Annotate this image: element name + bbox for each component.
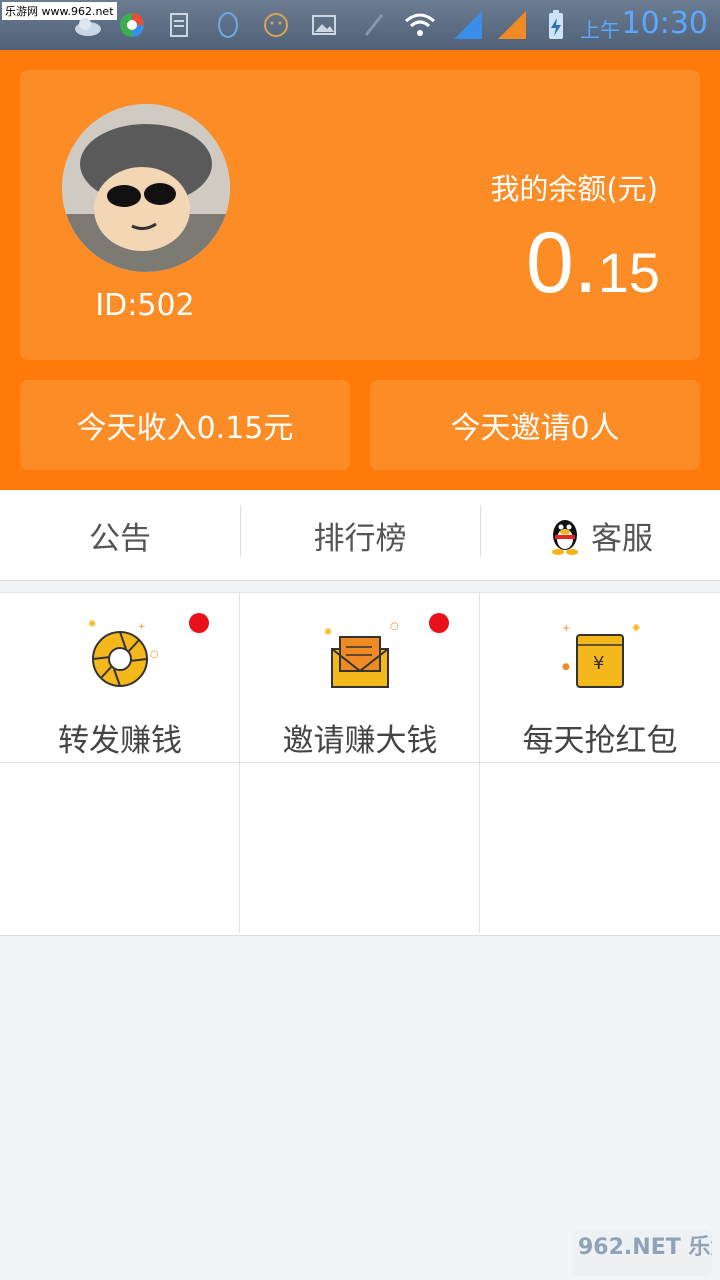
grid-empty-cell (0, 763, 240, 933)
feature-grid: ✺ ○ + 转发赚钱 ✺ ○ 邀请赚大钱 ¥ + ✺ ● 每天抢红包 (0, 592, 720, 936)
qq-penguin-icon (552, 520, 578, 555)
status-ampm: 上午 (580, 18, 620, 42)
account-header: ID:502 我的余额(元) 0.15 今天收入0.15元 今天邀请0人 (0, 50, 720, 490)
wifi-icon (405, 13, 435, 36)
app-store-icon (120, 13, 144, 37)
tab-announcement[interactable]: 公告 (0, 490, 240, 580)
image-icon (312, 15, 336, 35)
envelope-icon: ✺ ○ (324, 621, 399, 688)
signal-g-icon (498, 11, 526, 39)
aperture-icon: ✺ ○ + (88, 619, 159, 687)
grid-item-daily-red-packet[interactable]: ¥ + ✺ ● 每天抢红包 (480, 593, 720, 763)
svg-text:○: ○ (150, 649, 159, 660)
cloud-icon (75, 18, 101, 36)
balance-card: ID:502 我的余额(元) 0.15 (20, 70, 700, 360)
user-id: ID:502 (95, 288, 195, 323)
svg-text:✺: ✺ (88, 619, 96, 630)
status-time: 10:30 (621, 6, 708, 41)
red-packet-icon: ¥ + ✺ ● (562, 623, 640, 688)
tab-leaderboard-label: 排行榜 (313, 520, 407, 557)
today-invite-button[interactable]: 今天邀请0人 (370, 380, 700, 470)
today-income-button[interactable]: 今天收入0.15元 (20, 380, 350, 470)
avatar[interactable] (62, 104, 230, 272)
document-icon (170, 13, 188, 37)
tab-announcement-label: 公告 (89, 520, 151, 557)
battery-icon (549, 10, 563, 39)
no-signal-icon (364, 14, 384, 36)
status-bar: 乐游网 www.962.net 上午 10:30 (0, 0, 720, 50)
grid-empty-cell (480, 763, 720, 933)
signal-4g-icon (454, 11, 482, 39)
svg-text:+: + (562, 623, 570, 634)
grid-empty-cell (240, 763, 480, 933)
smiley-icon (264, 13, 288, 37)
balance-value: 0.15 (526, 220, 660, 306)
watermark-logo: 962.NET 乐游网 (572, 1230, 712, 1276)
svg-text:¥: ¥ (593, 653, 604, 674)
balance-integer: 0. (525, 215, 598, 311)
grid-item-invite-earn[interactable]: ✺ ○ 邀请赚大钱 (240, 593, 480, 763)
svg-text:✺: ✺ (324, 627, 332, 638)
grid-item-share-earn[interactable]: ✺ ○ + 转发赚钱 (0, 593, 240, 763)
svg-text:✺: ✺ (632, 623, 640, 634)
badge-dot (189, 613, 209, 633)
grid-item-label: 每天抢红包 (522, 723, 678, 759)
grid-item-label: 邀请赚大钱 (282, 723, 438, 759)
badge-dot (429, 613, 449, 633)
svg-text:●: ● (562, 662, 570, 672)
grid-item-label: 转发赚钱 (58, 723, 182, 759)
svg-text:+: + (138, 622, 146, 632)
watermark-text: 962.NET 乐游网 (578, 1234, 712, 1260)
avatar-image (62, 104, 230, 272)
qq-status-icon (218, 12, 238, 38)
nav-tabs: 公告 排行榜 客服 (0, 490, 720, 581)
balance-label: 我的余额(元) (490, 172, 658, 206)
balance-decimal: 15 (597, 241, 660, 304)
svg-text:○: ○ (390, 621, 399, 632)
tab-customer-service[interactable]: 客服 (480, 490, 720, 580)
tab-customer-service-label: 客服 (591, 520, 653, 557)
tab-leaderboard[interactable]: 排行榜 (240, 490, 480, 580)
